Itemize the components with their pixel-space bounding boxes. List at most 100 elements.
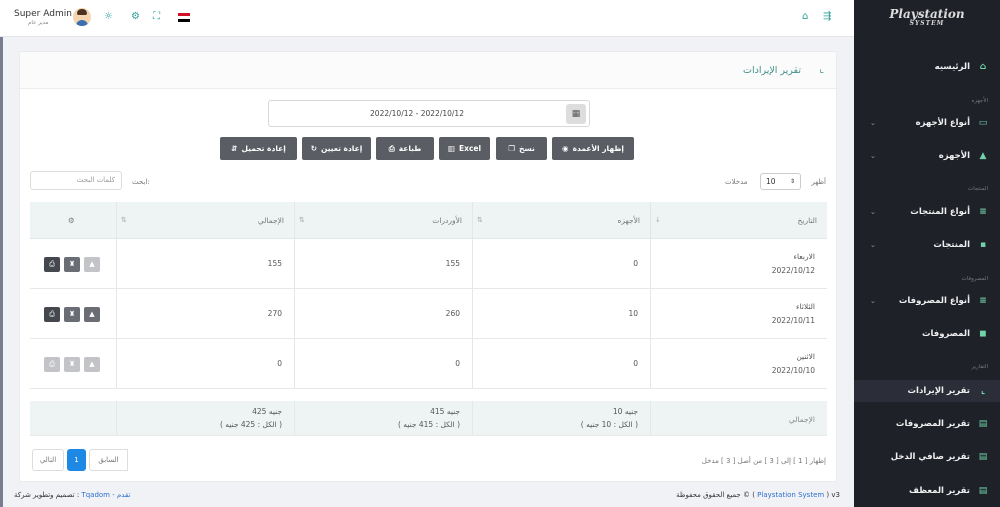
search-label: ابحث: (132, 178, 150, 186)
footer-devices-all: ( الكل : 10 جنيه ) (580, 420, 638, 429)
sidebar-item-expense-types[interactable]: ≡ أنواع المصروفات ⌄ (854, 290, 1000, 312)
row-date: 2022/10/12 (771, 266, 815, 275)
sidebar-item-home[interactable]: ⌂ الرئيسيه (854, 56, 1000, 78)
row-day: الاربعاء (793, 252, 815, 261)
home-icon[interactable]: ⌂ (802, 11, 808, 22)
bell-row-button[interactable]: ▲ (84, 357, 100, 372)
date-range-text: 2022/10/12 - 2022/10/12 (370, 109, 464, 118)
wallet-icon: ◼ (979, 329, 987, 339)
page-1-button[interactable]: 1 (67, 449, 86, 471)
sort-icon: ⇅ (121, 216, 127, 224)
topbar: Super Admin مدير عام ☼ ⚙ ⛶ ⌂ ⇶ (0, 0, 854, 37)
th-actions: ⚙ (30, 202, 116, 238)
th-devices[interactable]: الأجهزه ⇅ (472, 202, 650, 238)
table-footer-row: الإجمالي 10 جنيه ( الكل : 10 جنيه ) 415 … (30, 401, 827, 436)
chart-icon: ⌞ (980, 386, 986, 396)
sort-desc-icon: ↓ (655, 216, 661, 224)
sidebar-item-products[interactable]: ▪ المنتجات ⌄ (854, 234, 1000, 256)
print-row-button[interactable]: ⎙ (44, 257, 60, 272)
sidebar-item-product-types[interactable]: ≡ أنواع المنتجات ⌄ (854, 201, 1000, 223)
footer-credit: تصميم وتطوير شركة : Tqadom - تقدم (14, 491, 131, 499)
calendar-icon[interactable]: ▦ (566, 104, 586, 124)
sidebar-item-net-income-report[interactable]: ▤ تقرير صافي الدخل (854, 446, 1000, 468)
reset-button[interactable]: ↻ إعادة تعيين (302, 137, 371, 160)
footer-copyright: جميع الحقوق محفوظة © ( Playstation Syste… (676, 491, 840, 499)
table-row: الثلاثاء 2022/10/11 10 260 270 ⎙ ♜ ▲ (30, 289, 827, 339)
bell-row-button[interactable]: ▲ (84, 307, 100, 322)
sidebar-item-device-types[interactable]: ▭ أنواع الأجهزه ⌄ (854, 112, 1000, 134)
th-orders[interactable]: الأوردرات ⇅ (294, 202, 472, 238)
report-icon: ▤ (978, 419, 988, 429)
pagination-info: إظهار [ 1 ] إلى [ 3 ] من أصل [ 3 ] مدخل (701, 457, 826, 465)
row-orders: 155 (445, 259, 460, 268)
table-row: الاربعاء 2022/10/12 0 155 155 ⎙ ♜ ▲ (30, 239, 827, 289)
row-total: 270 (267, 309, 282, 318)
th-total[interactable]: الإجمالي ⇅ (116, 202, 294, 238)
gear-icon[interactable]: ⚙ (131, 11, 140, 22)
fullscreen-icon[interactable]: ⛶ (153, 11, 160, 22)
excel-button[interactable]: ▥ Excel (439, 137, 490, 160)
details-row-button[interactable]: ♜ (64, 307, 80, 322)
bell-row-button[interactable]: ▲ (84, 257, 100, 272)
row-day: الثلاثاء (795, 302, 815, 311)
row-devices: 0 (633, 259, 638, 268)
bug-icon[interactable]: ☼ (104, 11, 113, 22)
egypt-flag-icon[interactable] (178, 13, 190, 22)
table-row: الاثنين 2022/10/10 0 0 0 ⎙ ♜ ▲ (30, 339, 827, 389)
copy-icon: ❐ (508, 144, 515, 153)
copy-button[interactable]: ❐ نسخ (496, 137, 547, 160)
details-row-button[interactable]: ♜ (64, 257, 80, 272)
column-visibility-button[interactable]: ◉ إظهار الأعمدة (552, 137, 634, 160)
chart-icon: ⌞ (819, 64, 824, 75)
page-gutter (0, 37, 3, 507)
sidebar-item-revenue-report[interactable]: ⌞ تقرير الإيرادات (854, 380, 1000, 402)
company-link[interactable]: Tqadom - تقدم (81, 491, 130, 499)
user-name[interactable]: Super Admin (14, 9, 72, 19)
row-orders: 260 (445, 309, 460, 318)
details-row-button[interactable]: ♜ (64, 357, 80, 372)
sidebar-item-expenses[interactable]: ◼ المصروفات (854, 323, 1000, 345)
bell-icon: ▲ (979, 151, 987, 161)
sidebar-item-employee-report[interactable]: ▤ تقرير المعظف (854, 480, 1000, 502)
eye-icon: ◉ (562, 144, 569, 153)
footer-label: الإجمالي (788, 415, 815, 424)
search-input[interactable]: كلمات البحث (30, 171, 122, 190)
sidebar-section-expenses: المصروفات (961, 276, 988, 282)
avatar[interactable] (73, 8, 91, 26)
row-orders: 0 (455, 359, 460, 368)
chevron-down-icon: ⌄ (870, 297, 876, 305)
menu-toggle-icon[interactable]: ⇶ (823, 11, 831, 22)
footer-total: 425 جنيه (252, 407, 282, 416)
page-title: تقرير الإيرادات (743, 65, 801, 76)
brand-logo[interactable]: Playstation SYSTEM (854, 0, 1000, 38)
home-icon: ⌂ (979, 62, 987, 72)
row-date: 2022/10/11 (771, 316, 815, 325)
sort-icon: ⇅ (299, 216, 305, 224)
gear-icon[interactable]: ⚙ (68, 216, 75, 225)
refresh-icon: ↻ (310, 144, 317, 153)
reload-button[interactable]: ⇵ إعادة تحميل (220, 137, 297, 160)
table-header-row: التاريخ ↓ الأجهزه ⇅ الأوردرات ⇅ الإجمالي… (30, 202, 827, 239)
print-button[interactable]: ⎙ طباعة (376, 137, 434, 160)
next-page-button[interactable]: التالي (32, 449, 64, 471)
row-total: 0 (277, 359, 282, 368)
system-link[interactable]: Playstation System (757, 491, 824, 499)
sidebar-section-devices: الأجهزه (971, 98, 988, 104)
card-header: تقرير الإيرادات ⌞ (20, 52, 836, 89)
print-row-button[interactable]: ⎙ (44, 307, 60, 322)
page-length-select[interactable]: 10 ⇕ (760, 173, 801, 190)
select-arrows-icon: ⇕ (789, 178, 795, 185)
sidebar-section-reports: التقارير (971, 364, 988, 370)
sidebar-section-products: المنتجات (967, 186, 988, 192)
prev-page-button[interactable]: السابق (89, 449, 128, 471)
date-range-picker[interactable]: 2022/10/12 - 2022/10/12 ▦ (268, 100, 590, 127)
show-label: أظهر (811, 178, 826, 186)
box-icon: ▪ (979, 240, 987, 250)
footer-devices: 10 جنيه (612, 407, 638, 416)
sidebar-item-expense-report[interactable]: ▤ تقرير المصروفات (854, 413, 1000, 435)
sidebar: Playstation SYSTEM ⌂ الرئيسيه الأجهزه ▭ أنو… (854, 0, 1000, 507)
th-date[interactable]: التاريخ ↓ (650, 202, 827, 238)
printer-icon: ⎙ (388, 143, 395, 153)
sidebar-item-devices[interactable]: ▲ الأجهزه ⌄ (854, 145, 1000, 167)
print-row-button[interactable]: ⎙ (44, 357, 60, 372)
